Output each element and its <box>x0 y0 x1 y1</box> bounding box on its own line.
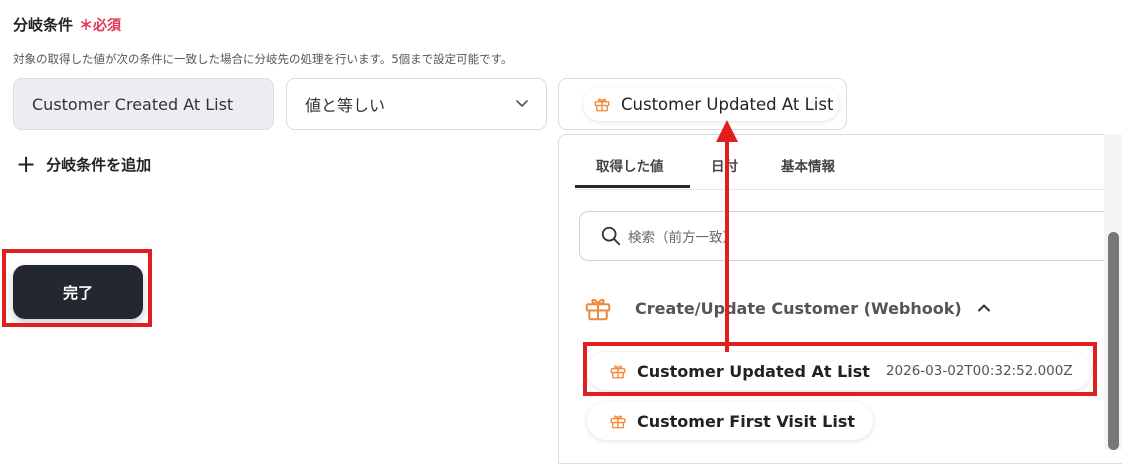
tab-acquired-values[interactable]: 取得した値 <box>596 155 664 175</box>
condition-operator-value: 値と等しい <box>305 96 386 115</box>
list-item-name: Customer First Visit List <box>637 411 855 431</box>
gift-icon <box>594 98 610 112</box>
tab-date[interactable]: 日付 <box>711 155 738 175</box>
condition-operator-select[interactable]: 値と等しい <box>286 78 547 130</box>
add-condition-label: 分岐条件を追加 <box>46 155 152 174</box>
active-tab-indicator <box>575 185 690 188</box>
plus-icon: + <box>16 150 37 178</box>
chevron-down-icon <box>516 100 528 107</box>
required-badge: ＊必須 <box>79 18 122 34</box>
condition-field-select[interactable]: Customer Created At List <box>13 78 274 130</box>
value-chip-label: Customer Updated At List <box>621 94 834 114</box>
condition-value-input[interactable]: Customer Updated At List <box>558 78 847 130</box>
tab-divider <box>575 189 1122 190</box>
condition-field-value: Customer Created At List <box>32 94 234 114</box>
scrollbar-thumb[interactable] <box>1108 232 1119 450</box>
search-input[interactable]: 検索（前方一致） <box>579 211 1122 261</box>
value-chip[interactable]: Customer Updated At List <box>583 87 840 121</box>
section-description: 対象の取得した値が次の条件に一致した場合に分岐先の処理を行います。5個まで設定可… <box>13 52 513 66</box>
highlight-box-item <box>583 342 1097 396</box>
list-item-customer-first-visit[interactable]: Customer First Visit List <box>587 402 873 440</box>
gift-icon <box>610 415 626 429</box>
section-title-text: 分岐条件 <box>13 16 74 34</box>
search-icon <box>601 226 621 246</box>
group-label: Create/Update Customer (Webhook) <box>635 298 962 318</box>
search-placeholder: 検索（前方一致） <box>628 230 736 246</box>
group-header[interactable]: Create/Update Customer (Webhook) <box>583 293 992 323</box>
section-title: 分岐条件 ＊必須 <box>13 14 121 35</box>
tab-basic-info[interactable]: 基本情報 <box>781 155 835 175</box>
highlight-box-done <box>2 249 152 327</box>
gift-icon <box>585 298 611 321</box>
chevron-up-icon <box>977 304 990 312</box>
add-condition-button[interactable]: + 分岐条件を追加 <box>16 152 151 176</box>
